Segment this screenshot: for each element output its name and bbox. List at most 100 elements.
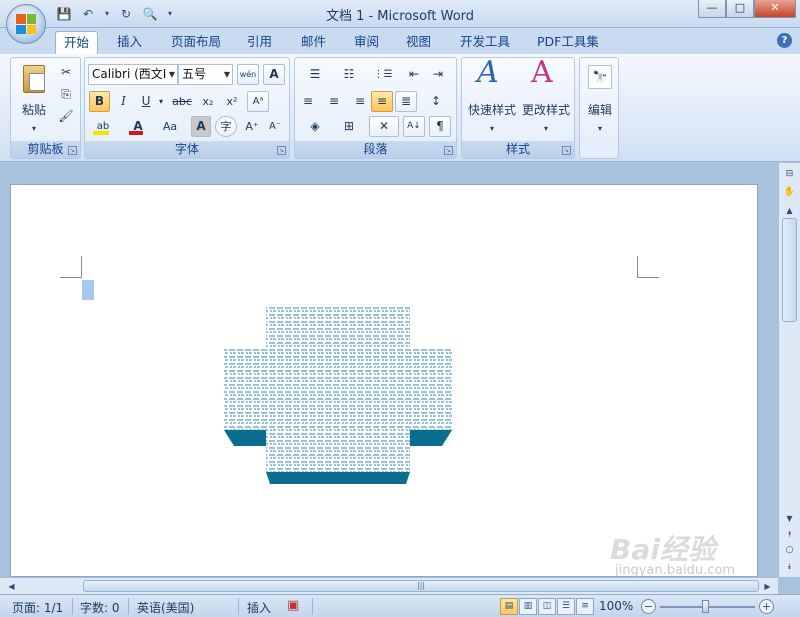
underline-dropdown-icon[interactable]: ▾: [156, 91, 166, 112]
scroll-down-icon[interactable]: ▼: [782, 511, 797, 526]
distributed-button[interactable]: ≣: [395, 91, 417, 112]
tab-pdf-tools[interactable]: PDF工具集: [529, 31, 607, 54]
cross-shape[interactable]: [224, 306, 452, 484]
pan-hand-icon[interactable]: ✋: [782, 185, 797, 200]
copy-icon[interactable]: ⎘: [55, 84, 77, 105]
tab-review[interactable]: 审阅: [346, 31, 387, 54]
font-launcher-icon[interactable]: ↘: [277, 146, 286, 155]
subscript-button[interactable]: x₂: [197, 91, 219, 112]
phonetic-guide-button[interactable]: wén: [237, 64, 259, 85]
align-right-button[interactable]: ≡: [347, 91, 369, 112]
quick-styles-dropdown-icon[interactable]: ▾: [465, 119, 519, 138]
scroll-right-icon[interactable]: ▶: [760, 579, 775, 594]
change-styles-dropdown-icon[interactable]: ▾: [519, 119, 573, 138]
styles-launcher-icon[interactable]: ↘: [562, 146, 571, 155]
font-color-button[interactable]: A: [125, 116, 151, 137]
editing-button[interactable]: 🔭 编辑 ▾: [582, 60, 616, 136]
tab-insert[interactable]: 插入: [109, 31, 150, 54]
chinese-layout-button[interactable]: ✕: [369, 116, 399, 137]
character-shading-button[interactable]: A: [191, 116, 211, 137]
multilevel-list-button[interactable]: ⋮☰: [367, 64, 399, 85]
font-group: Calibri (西文I ▼ 五号 ▼ wén A B I U ▾ abc x₂…: [84, 57, 290, 159]
font-name-combo[interactable]: Calibri (西文I ▼: [88, 64, 178, 85]
borders-button[interactable]: ⊞: [333, 116, 365, 137]
change-styles-button[interactable]: A 更改样式 ▾: [518, 58, 573, 138]
status-divider: [238, 598, 239, 615]
shading-button[interactable]: ◈: [299, 116, 331, 137]
decrease-indent-button[interactable]: ⇤: [403, 64, 425, 85]
outline-view-icon[interactable]: ☰: [557, 598, 575, 615]
underline-button[interactable]: U: [136, 91, 156, 112]
superscript-button[interactable]: x²: [221, 91, 243, 112]
paste-dropdown-icon[interactable]: ▾: [16, 119, 52, 138]
ruler-toggle-icon[interactable]: ⊟: [782, 167, 797, 182]
format-painter-icon[interactable]: 🖌: [55, 106, 77, 127]
vertical-scroll-thumb[interactable]: [782, 218, 797, 322]
italic-button[interactable]: I: [113, 91, 134, 112]
line-spacing-button[interactable]: ↕: [421, 91, 451, 112]
align-left-button[interactable]: ≡: [299, 91, 321, 112]
scroll-left-icon[interactable]: ◀: [4, 579, 19, 594]
insert-mode-status[interactable]: 插入: [247, 599, 271, 616]
zoom-level[interactable]: 100%: [599, 599, 633, 613]
word-count[interactable]: 字数: 0: [80, 599, 120, 616]
justify-button[interactable]: ≡: [371, 91, 393, 112]
increase-indent-button[interactable]: ⇥: [427, 64, 449, 85]
web-layout-view-icon[interactable]: ◫: [538, 598, 556, 615]
shrink-font-button[interactable]: A⁻: [265, 116, 285, 137]
previous-page-icon[interactable]: ⯭: [782, 527, 797, 542]
close-button[interactable]: ✕: [754, 0, 796, 18]
font-color-swatch: [129, 131, 143, 135]
help-icon[interactable]: ?: [777, 33, 792, 48]
language-status[interactable]: 英语(美国): [137, 599, 194, 616]
clipboard-launcher-icon[interactable]: ↘: [68, 146, 77, 155]
zoom-out-icon[interactable]: −: [641, 599, 656, 614]
tab-page-layout[interactable]: 页面布局: [163, 31, 229, 54]
draft-view-icon[interactable]: ≡: [576, 598, 594, 615]
bold-button[interactable]: B: [89, 91, 110, 112]
paragraph-launcher-icon[interactable]: ↘: [444, 146, 453, 155]
window-controls: — □ ✕: [698, 0, 796, 18]
numbering-button[interactable]: ☷: [333, 64, 365, 85]
tab-view[interactable]: 视图: [398, 31, 439, 54]
enclose-characters-button[interactable]: 字: [215, 116, 237, 137]
font-size-combo[interactable]: 五号 ▼: [178, 64, 233, 85]
page-count[interactable]: 页面: 1/1: [12, 599, 63, 616]
bullets-button[interactable]: ☰: [299, 64, 331, 85]
zoom-slider-thumb[interactable]: [702, 600, 709, 613]
sort-button[interactable]: A↓: [403, 116, 425, 137]
grow-font-button[interactable]: A⁺: [241, 116, 263, 137]
show-marks-button[interactable]: ¶: [429, 116, 451, 137]
status-divider: [312, 598, 313, 615]
change-case-button[interactable]: Aa: [155, 116, 185, 137]
tab-developer[interactable]: 开发工具: [452, 31, 518, 54]
office-button[interactable]: [6, 4, 46, 44]
text-highlight-button[interactable]: ab: [89, 116, 117, 137]
font-size-dropdown-icon[interactable]: ▼: [224, 65, 230, 84]
character-border-button[interactable]: A: [263, 64, 285, 85]
horizontal-scrollbar[interactable]: ◀ ||| ▶: [0, 577, 778, 594]
full-screen-reading-view-icon[interactable]: ▥: [519, 598, 537, 615]
macro-record-icon[interactable]: ▣: [287, 598, 299, 613]
clear-formatting-button[interactable]: Aᵃ: [247, 91, 269, 112]
font-name-dropdown-icon[interactable]: ▼: [169, 65, 175, 84]
strikethrough-button[interactable]: abc: [169, 91, 195, 112]
editing-dropdown-icon[interactable]: ▾: [583, 119, 617, 138]
select-browse-object-icon[interactable]: ○: [782, 543, 797, 558]
vertical-scrollbar[interactable]: ⊟ ✋ ▲ ▼ ⯭ ○ ⯯: [778, 163, 800, 577]
horizontal-scroll-thumb[interactable]: |||: [83, 580, 759, 592]
tab-references[interactable]: 引用: [239, 31, 280, 54]
cut-icon[interactable]: ✂: [55, 62, 77, 83]
scroll-up-icon[interactable]: ▲: [782, 203, 797, 218]
editing-group: 🔭 编辑 ▾: [579, 57, 619, 159]
tab-home[interactable]: 开始: [55, 31, 99, 54]
align-center-button[interactable]: ≡: [323, 91, 345, 112]
print-layout-view-icon[interactable]: ▤: [500, 598, 518, 615]
tab-mailings[interactable]: 邮件: [293, 31, 334, 54]
maximize-button[interactable]: □: [726, 0, 754, 18]
quick-styles-button[interactable]: A 快速样式 ▾: [464, 58, 519, 138]
paste-button[interactable]: 粘贴 ▾: [15, 62, 51, 134]
next-page-icon[interactable]: ⯯: [782, 559, 797, 574]
zoom-in-icon[interactable]: +: [759, 599, 774, 614]
minimize-button[interactable]: —: [698, 0, 726, 18]
